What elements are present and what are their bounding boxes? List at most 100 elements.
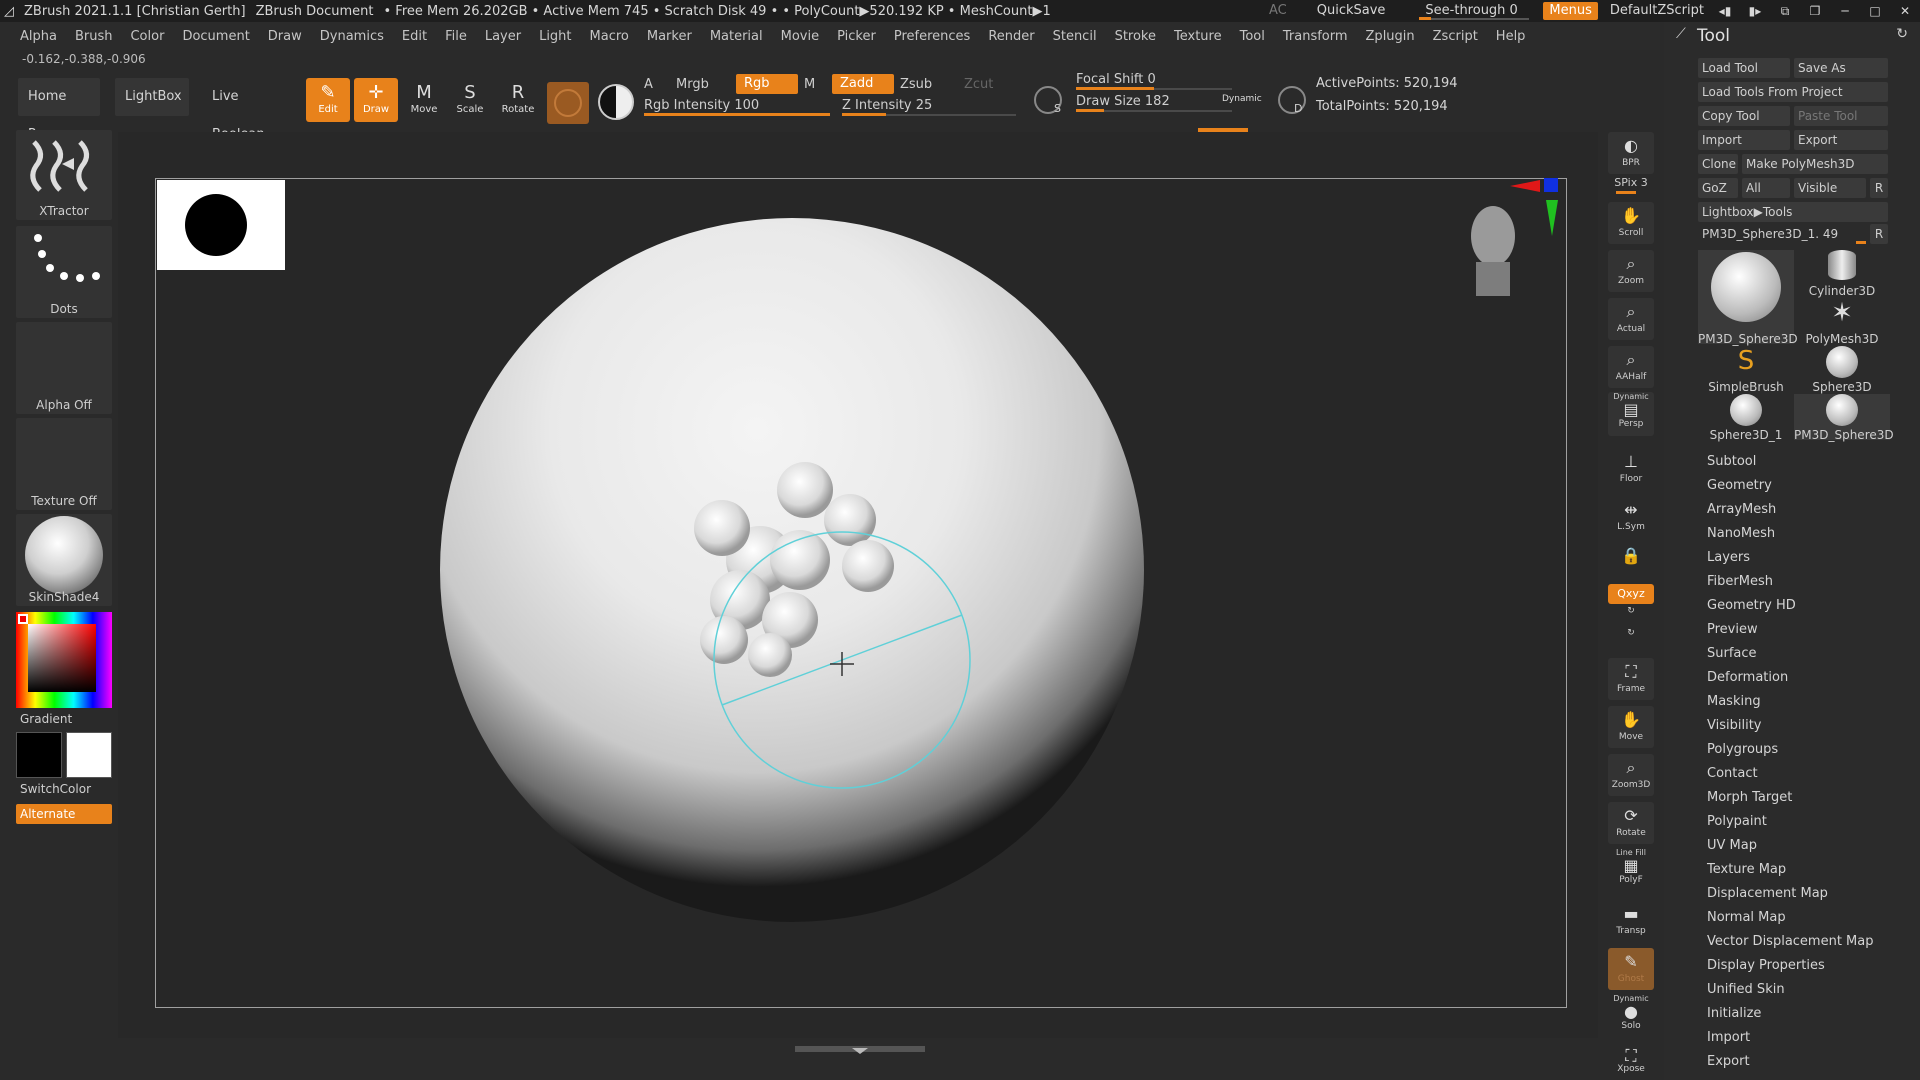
- close-icon[interactable]: ✕: [1890, 4, 1920, 18]
- scroll-handle[interactable]: [795, 1046, 925, 1054]
- layout-right-icon[interactable]: ▮▸: [1740, 4, 1770, 18]
- section-surface[interactable]: Surface: [1707, 642, 1874, 666]
- tool-thumb-polymesh3d[interactable]: ✶ PolyMesh3D: [1794, 298, 1890, 346]
- solo-button[interactable]: Dynamic ● Solo: [1608, 994, 1654, 1038]
- section-vector-displacement-map[interactable]: Vector Displacement Map: [1707, 930, 1874, 954]
- section-texture-map[interactable]: Texture Map: [1707, 858, 1874, 882]
- section-import[interactable]: Import: [1707, 1026, 1874, 1050]
- rotate-z-icon[interactable]: ↻: [1608, 628, 1654, 648]
- frame-button[interactable]: ⛶ Frame: [1608, 658, 1654, 700]
- section-uv-map[interactable]: UV Map: [1707, 834, 1874, 858]
- actual-button[interactable]: ⌕ Actual: [1608, 298, 1654, 340]
- tool-thumb-label: SimpleBrush: [1708, 380, 1784, 394]
- section-initialize[interactable]: Initialize: [1707, 1002, 1874, 1026]
- tool-thumb-simplebrush[interactable]: S SimpleBrush: [1698, 346, 1794, 394]
- tool-thumb-label: Cylinder3D: [1808, 284, 1876, 298]
- copy-tool-button[interactable]: Copy Tool: [1698, 106, 1790, 126]
- load-tool-button[interactable]: Load Tool: [1698, 58, 1790, 78]
- bpr-button[interactable]: ◐ BPR: [1608, 132, 1654, 174]
- zoom-button[interactable]: ⌕ Zoom: [1608, 250, 1654, 292]
- zoom3d-button[interactable]: ⌕ Zoom3D: [1608, 754, 1654, 796]
- xyz-rotation-button[interactable]: Qxyz: [1608, 584, 1654, 604]
- load-tools-from-project-button[interactable]: Load Tools From Project: [1698, 82, 1888, 102]
- lightbox-tools-button[interactable]: Lightbox▶Tools: [1698, 202, 1888, 222]
- tool-thumb-cylinder3d[interactable]: Cylinder3D: [1794, 250, 1890, 298]
- ghost-label: Ghost: [1617, 974, 1645, 984]
- persp-icon: ▤: [1623, 400, 1639, 419]
- save-as-button[interactable]: Save As: [1794, 58, 1888, 78]
- palette-refresh-icon[interactable]: ↻: [1896, 26, 1908, 42]
- goz-all-button[interactable]: All: [1742, 178, 1790, 198]
- section-geometry-hd[interactable]: Geometry HD: [1707, 594, 1874, 618]
- section-nanomesh[interactable]: NanoMesh: [1707, 522, 1874, 546]
- frame-icon: ⛶: [1625, 662, 1637, 681]
- xpose-button[interactable]: ⛶ Xpose: [1608, 1042, 1654, 1080]
- window-restore-icon[interactable]: ❐: [1800, 4, 1830, 18]
- zoom-label: Zoom: [1618, 276, 1644, 286]
- section-displacement-map[interactable]: Displacement Map: [1707, 882, 1874, 906]
- current-tool-slider[interactable]: PM3D_Sphere3D_1. 49: [1698, 224, 1866, 244]
- section-normal-map[interactable]: Normal Map: [1707, 906, 1874, 930]
- minimize-icon[interactable]: ─: [1830, 4, 1860, 18]
- bpr-icon: ◐: [1624, 136, 1638, 155]
- section-export[interactable]: Export: [1707, 1050, 1874, 1074]
- orientation-head-icon[interactable]: [1471, 178, 1558, 296]
- scroll-button[interactable]: ✋ Scroll: [1608, 202, 1654, 244]
- goz-visible-button[interactable]: Visible: [1794, 178, 1866, 198]
- section-visibility[interactable]: Visibility: [1707, 714, 1874, 738]
- tool-thumb-pm3d-sphere3d-2[interactable]: PM3D_Sphere3D: [1794, 394, 1894, 442]
- palette-pin-icon[interactable]: ⟋: [1676, 26, 1686, 42]
- section-geometry[interactable]: Geometry: [1707, 474, 1874, 498]
- rotate-view-button[interactable]: ⟳ Rotate: [1608, 802, 1654, 844]
- lock-button[interactable]: 🔒: [1608, 542, 1654, 572]
- section-layers[interactable]: Layers: [1707, 546, 1874, 570]
- import-tool-button[interactable]: Import: [1698, 130, 1790, 150]
- section-morph-target[interactable]: Morph Target: [1707, 786, 1874, 810]
- aahalf-button[interactable]: ⌕ AAHalf: [1608, 346, 1654, 388]
- section-unified-skin[interactable]: Unified Skin: [1707, 978, 1874, 1002]
- current-tool-r-button[interactable]: R: [1870, 224, 1888, 244]
- section-display-properties[interactable]: Display Properties: [1707, 954, 1874, 978]
- tool-thumb-sphere3d-1[interactable]: Sphere3D_1: [1698, 394, 1794, 442]
- section-polypaint[interactable]: Polypaint: [1707, 810, 1874, 834]
- floor-button[interactable]: ⊥ Floor: [1608, 448, 1654, 490]
- section-masking[interactable]: Masking: [1707, 690, 1874, 714]
- paste-tool-button[interactable]: Paste Tool: [1794, 106, 1888, 126]
- section-fibermesh[interactable]: FiberMesh: [1707, 570, 1874, 594]
- make-polymesh3d-button[interactable]: Make PolyMesh3D: [1742, 154, 1888, 174]
- transp-button[interactable]: ▬ Transp: [1608, 900, 1654, 942]
- section-subtool[interactable]: Subtool: [1707, 450, 1874, 474]
- rotate-view-icon: ⟳: [1624, 806, 1638, 825]
- floor-icon: ⊥: [1624, 452, 1638, 471]
- persp-button[interactable]: Dynamic ▤ Persp: [1608, 392, 1654, 436]
- clone-button[interactable]: Clone: [1698, 154, 1738, 174]
- section-preview[interactable]: Preview: [1707, 618, 1874, 642]
- section-polygroups[interactable]: Polygroups: [1707, 738, 1874, 762]
- tool-thumb-pm3d-sphere3d[interactable]: PM3D_Sphere3D: [1698, 250, 1798, 346]
- pm3d-sphere3d-icon: [1711, 252, 1781, 322]
- ghost-button[interactable]: ✎ Ghost: [1608, 948, 1654, 990]
- xpose-label: Xpose: [1617, 1064, 1645, 1074]
- polyframe-icon: ▦: [1623, 856, 1639, 875]
- spix-slider[interactable]: SPix 3: [1608, 176, 1654, 194]
- window-stack-icon[interactable]: ⧉: [1770, 4, 1800, 19]
- export-tool-button[interactable]: Export: [1794, 130, 1888, 150]
- polyf-button[interactable]: Line Fill ▦ PolyF: [1608, 848, 1654, 894]
- section-deformation[interactable]: Deformation: [1707, 666, 1874, 690]
- solo-icon: ●: [1624, 1002, 1638, 1021]
- section-contact[interactable]: Contact: [1707, 762, 1874, 786]
- move-view-button[interactable]: ✋ Move: [1608, 706, 1654, 748]
- maximize-icon[interactable]: □: [1860, 4, 1890, 18]
- tool-thumb-label: PolyMesh3D: [1805, 332, 1879, 346]
- goz-r-button[interactable]: R: [1870, 178, 1888, 198]
- layout-left-icon[interactable]: ◂▮: [1710, 4, 1740, 18]
- transp-label: Transp: [1616, 926, 1646, 936]
- goz-button[interactable]: GoZ: [1698, 178, 1738, 198]
- lsym-button[interactable]: ⇹ L.Sym: [1608, 496, 1654, 538]
- zoom3d-label: Zoom3D: [1611, 780, 1651, 790]
- section-arraymesh[interactable]: ArrayMesh: [1707, 498, 1874, 522]
- default-zscript-button[interactable]: DefaultZScript: [1604, 2, 1710, 20]
- transparency-icon: ▬: [1623, 904, 1639, 923]
- tool-thumb-sphere3d[interactable]: Sphere3D: [1794, 346, 1890, 394]
- rotate-y-icon[interactable]: ↻: [1608, 606, 1654, 626]
